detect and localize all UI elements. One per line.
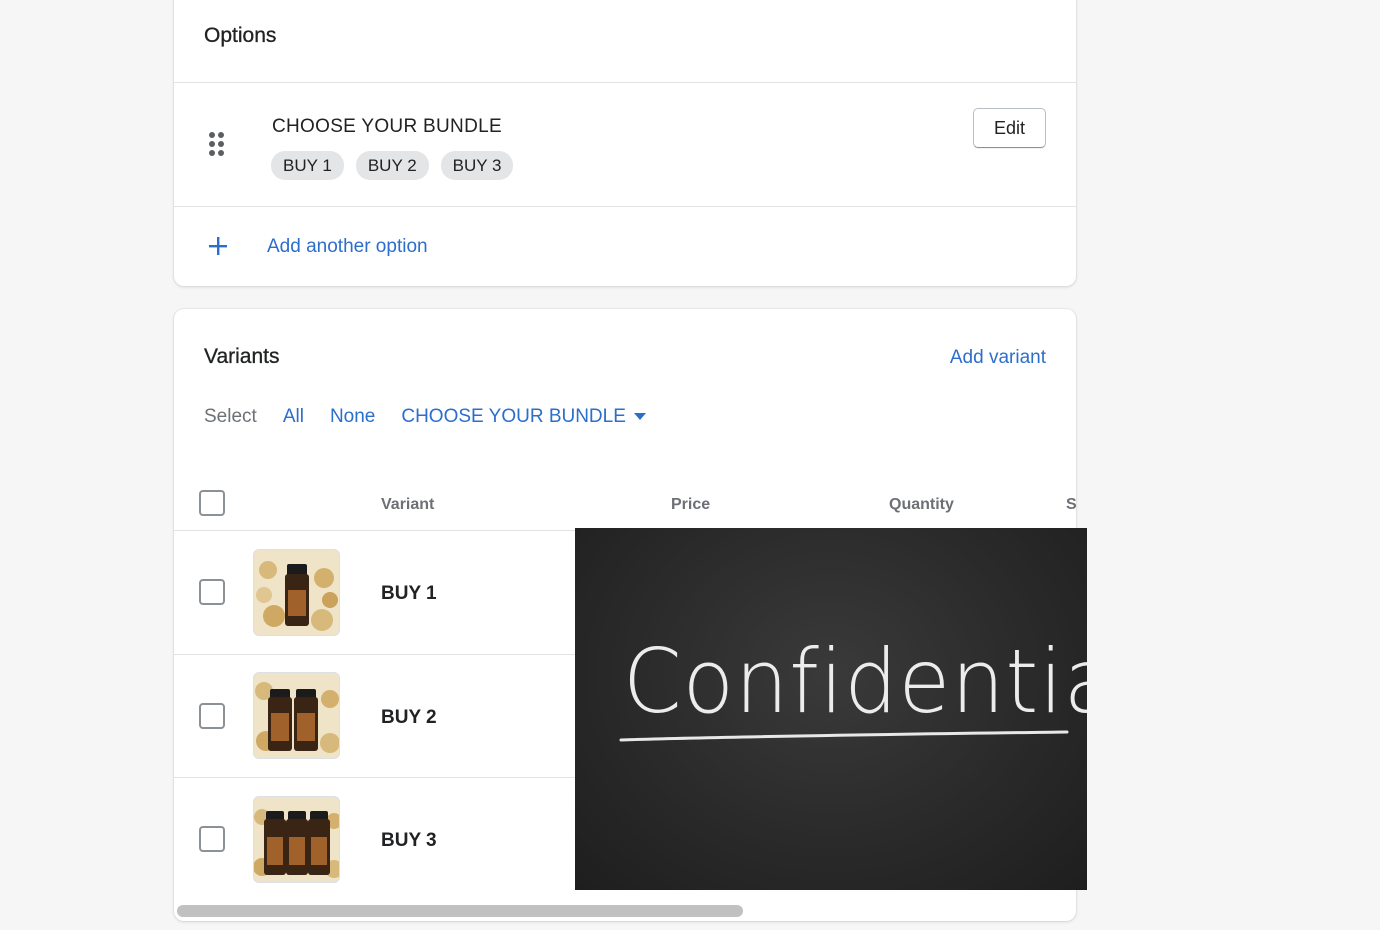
- variant-thumbnail[interactable]: [253, 549, 340, 636]
- option-value-chip: BUY 3: [440, 151, 514, 180]
- variant-row-checkbox[interactable]: [199, 826, 225, 852]
- select-all-link[interactable]: All: [283, 406, 304, 428]
- chalk-underline: [619, 730, 1069, 742]
- column-header-quantity: Quantity: [889, 496, 954, 513]
- plus-icon[interactable]: [208, 236, 228, 256]
- variant-thumbnail[interactable]: [253, 672, 340, 759]
- variant-name[interactable]: BUY 1: [381, 583, 437, 605]
- variant-select-bar: Select All None CHOOSE YOUR BUNDLE: [204, 406, 646, 428]
- variant-name[interactable]: BUY 3: [381, 830, 437, 852]
- drag-handle-icon[interactable]: [208, 131, 226, 159]
- add-another-option-link[interactable]: Add another option: [267, 236, 428, 258]
- column-header-sku: S: [1066, 496, 1076, 513]
- variant-row-checkbox[interactable]: [199, 703, 225, 729]
- select-bundle-dropdown[interactable]: CHOOSE YOUR BUNDLE: [401, 406, 646, 428]
- option-values: BUY 1 BUY 2 BUY 3: [271, 151, 514, 180]
- options-divider: [174, 82, 1076, 83]
- column-header-price: Price: [671, 496, 711, 513]
- column-header-variant: Variant: [381, 496, 435, 513]
- options-divider: [174, 206, 1076, 207]
- select-all-checkbox[interactable]: [199, 490, 225, 516]
- horizontal-scrollbar-thumb[interactable]: [177, 905, 743, 917]
- caret-down-icon: [633, 413, 646, 420]
- option-name: CHOOSE YOUR BUNDLE: [272, 116, 502, 137]
- select-none-link[interactable]: None: [330, 406, 375, 428]
- variant-name[interactable]: BUY 2: [381, 707, 437, 729]
- option-value-chip: BUY 1: [271, 151, 344, 180]
- variants-title: Variants: [204, 345, 280, 368]
- variant-row-checkbox[interactable]: [199, 579, 225, 605]
- product-bottle-image: [254, 673, 339, 758]
- select-bundle-label: CHOOSE YOUR BUNDLE: [401, 406, 626, 427]
- options-card: Options CHOOSE YOUR BUNDLE BUY 1 BUY 2 B…: [174, 0, 1076, 286]
- product-bottle-image: [254, 550, 339, 635]
- select-label: Select: [204, 406, 257, 427]
- product-bottle-image: [254, 797, 339, 882]
- options-title: Options: [204, 24, 277, 47]
- option-value-chip: BUY 2: [355, 151, 429, 180]
- confidential-overlay: Confidential: [575, 528, 1087, 890]
- edit-option-button[interactable]: Edit: [973, 108, 1046, 148]
- variant-thumbnail[interactable]: [253, 796, 340, 883]
- add-variant-link[interactable]: Add variant: [950, 347, 1046, 369]
- confidential-text: Confidential: [623, 630, 1087, 733]
